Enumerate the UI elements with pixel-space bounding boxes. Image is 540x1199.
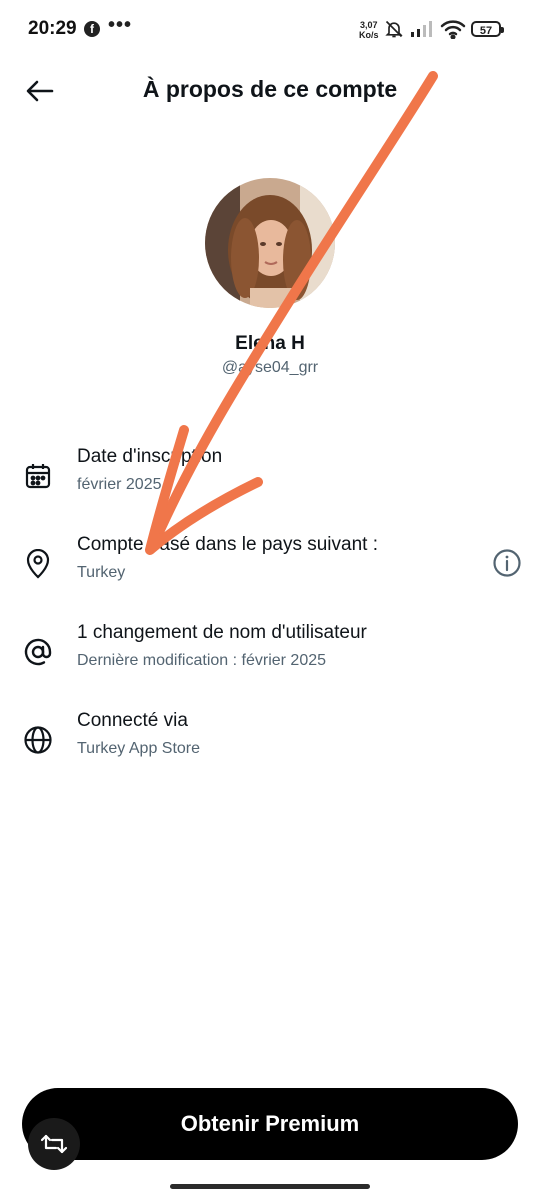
home-indicator[interactable] (170, 1184, 370, 1189)
connected-via-value: Turkey App Store (77, 740, 201, 757)
connected-via-row: Connecté via Turkey App Store (0, 710, 540, 780)
country-info-button[interactable] (491, 547, 523, 579)
username-changes-row: 1 changement de nom d'utilisateur Derniè… (0, 622, 540, 692)
status-bar: 20:29 f ••• 3,07 Ko/s 57 (0, 0, 540, 60)
join-date-label: Date d'inscription (77, 446, 223, 467)
get-premium-button[interactable]: Obtenir Premium (22, 1088, 518, 1160)
network-speed-value: 3,07 (359, 20, 378, 30)
status-time: 20:29 (28, 18, 77, 39)
wifi-icon (440, 19, 466, 44)
facebook-icon: f (84, 21, 100, 37)
username-changes-label: 1 changement de nom d'utilisateur (77, 622, 367, 643)
account-country-value: Turkey (77, 564, 126, 581)
connected-via-label: Connecté via (77, 710, 188, 731)
repost-fab[interactable] (28, 1118, 80, 1170)
account-country-row: Compte basé dans le pays suivant : Turke… (0, 534, 540, 604)
more-notifications-icon: ••• (108, 14, 133, 36)
avatar[interactable] (205, 178, 335, 308)
username-handle: @ayse04_grr (221, 359, 319, 376)
repost-icon (41, 1134, 67, 1154)
username-changes-value: Dernière modification : février 2025 (77, 652, 327, 669)
at-sign-icon (22, 636, 54, 668)
battery-icon: 57 (471, 21, 504, 37)
location-pin-icon (22, 548, 54, 580)
calendar-icon (22, 460, 54, 492)
page-title: À propos de ce compte (142, 76, 398, 102)
globe-icon (22, 724, 54, 756)
join-date-value: février 2025 (77, 476, 162, 493)
info-icon (493, 549, 521, 577)
cell-signal-icon (410, 20, 434, 43)
network-speed: 3,07 Ko/s (359, 20, 379, 40)
display-name: Elena H (235, 333, 305, 354)
account-country-label: Compte basé dans le pays suivant : (77, 534, 379, 555)
network-speed-unit: Ko/s (359, 30, 379, 40)
join-date-row: Date d'inscription février 2025 (0, 446, 540, 516)
bell-muted-icon (384, 19, 404, 44)
